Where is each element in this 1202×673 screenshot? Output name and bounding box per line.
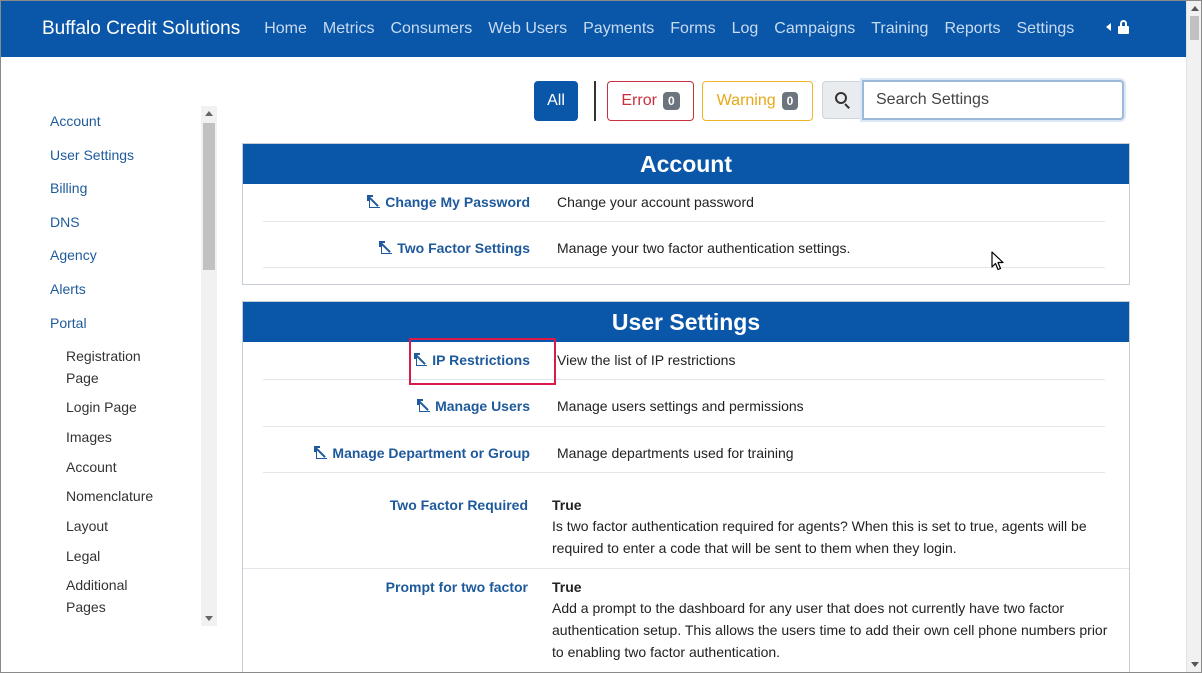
- nav-forms[interactable]: Forms: [662, 20, 723, 38]
- sidebar-subitem-additional-pages[interactable]: Additional Pages: [66, 574, 146, 618]
- settings-row: Two Factor Settings Manage your two fact…: [263, 240, 1105, 268]
- sidebar-subitem-images[interactable]: Images: [66, 426, 176, 448]
- sidebar-subitem-layout[interactable]: Layout: [66, 515, 176, 537]
- top-navbar: Buffalo Credit Solutions Home Metrics Co…: [0, 0, 1186, 57]
- ip-restrictions-label: IP Restrictions: [432, 352, 530, 368]
- scroll-thumb[interactable]: [1190, 16, 1199, 40]
- sidebar-subitem-registration-page[interactable]: Registration Page: [66, 345, 176, 389]
- user-settings-panel-title: User Settings: [243, 302, 1129, 342]
- manage-users-label: Manage Users: [435, 398, 530, 414]
- nav-metrics[interactable]: Metrics: [315, 20, 383, 38]
- sidebar-scroll-down-icon[interactable]: [205, 616, 213, 621]
- sidebar-subitem-nomenclature[interactable]: Nomenclature: [66, 485, 176, 507]
- filter-warning-label: Warning: [716, 92, 776, 109]
- error-count-badge: 0: [662, 92, 680, 110]
- sidebar-item-account[interactable]: Account: [50, 113, 101, 129]
- external-link-icon: [414, 353, 428, 367]
- nav-reports[interactable]: Reports: [936, 20, 1008, 38]
- lock-icon: [1118, 20, 1129, 34]
- search-icon: [835, 92, 851, 109]
- mouse-cursor-icon: [991, 251, 1004, 271]
- change-password-link[interactable]: Change My Password: [367, 194, 530, 210]
- external-link-icon: [379, 241, 393, 255]
- sidebar-scrollbar[interactable]: [201, 106, 217, 626]
- change-password-label: Change My Password: [385, 194, 530, 210]
- two-factor-required-value: True: [552, 497, 582, 513]
- filter-all-button[interactable]: All: [534, 81, 578, 121]
- nav-training[interactable]: Training: [863, 20, 936, 38]
- sidebar-subitem-legal[interactable]: Legal: [66, 545, 176, 567]
- prompt-two-factor-name[interactable]: Prompt for two factor: [386, 579, 528, 595]
- nav-consumers[interactable]: Consumers: [382, 20, 480, 38]
- nav-web-users[interactable]: Web Users: [480, 20, 575, 38]
- brand-title[interactable]: Buffalo Credit Solutions: [42, 18, 240, 40]
- scroll-up-icon[interactable]: [1191, 6, 1199, 11]
- sidebar-scroll-thumb[interactable]: [203, 123, 215, 270]
- nav-settings[interactable]: Settings: [1008, 20, 1082, 38]
- settings-row: IP Restrictions View the list of IP rest…: [263, 352, 1105, 380]
- nav-home[interactable]: Home: [256, 20, 315, 38]
- prompt-two-factor-desc: Add a prompt to the dashboard for any us…: [552, 600, 1108, 660]
- two-factor-required-desc: Is two factor authentication required fo…: [552, 518, 1087, 556]
- two-factor-required-name[interactable]: Two Factor Required: [390, 497, 528, 513]
- warning-count-badge: 0: [781, 92, 799, 110]
- two-factor-settings-link[interactable]: Two Factor Settings: [379, 240, 530, 256]
- user-settings-panel: User Settings IP Restrictions View the l…: [242, 301, 1130, 673]
- external-link-icon: [314, 446, 328, 460]
- account-panel-title: Account: [243, 144, 1129, 184]
- sidebar-item-agency[interactable]: Agency: [50, 247, 97, 263]
- filter-error-button[interactable]: Error 0: [607, 81, 694, 121]
- caret-left-icon: [1106, 23, 1111, 31]
- change-password-desc: Change your account password: [557, 194, 754, 210]
- sidebar-item-billing[interactable]: Billing: [50, 180, 87, 196]
- settings-row: Manage Department or Group Manage depart…: [263, 445, 1105, 473]
- scroll-down-icon[interactable]: [1191, 662, 1199, 667]
- ip-restrictions-link[interactable]: IP Restrictions: [414, 352, 530, 368]
- sidebar-subitem-account[interactable]: Account: [66, 456, 176, 478]
- external-link-icon: [367, 195, 381, 209]
- page-scrollbar[interactable]: [1186, 0, 1202, 673]
- nav-payments[interactable]: Payments: [575, 20, 662, 38]
- manage-department-desc: Manage departments used for training: [557, 445, 794, 461]
- sidebar-item-dns[interactable]: DNS: [50, 214, 80, 230]
- prompt-two-factor-value: True: [552, 579, 582, 595]
- settings-row: Change My Password Change your account p…: [263, 194, 1105, 222]
- setting-item: Two Factor Required True Is two factor a…: [243, 487, 1129, 569]
- two-factor-settings-label: Two Factor Settings: [397, 240, 530, 256]
- search-button[interactable]: [822, 81, 864, 119]
- manage-users-link[interactable]: Manage Users: [417, 398, 530, 414]
- filter-divider: [594, 81, 596, 121]
- ip-restrictions-desc: View the list of IP restrictions: [557, 352, 736, 368]
- settings-sidebar: Account User Settings Billing DNS Agency…: [40, 106, 218, 626]
- sidebar-item-portal[interactable]: Portal: [50, 315, 87, 331]
- nav-menu: Home Metrics Consumers Web Users Payment…: [256, 20, 1082, 38]
- sidebar-subitem-login-page[interactable]: Login Page: [66, 396, 176, 418]
- nav-campaigns[interactable]: Campaigns: [766, 20, 863, 38]
- sidebar-item-alerts[interactable]: Alerts: [50, 281, 86, 297]
- filter-error-label: Error: [621, 92, 657, 109]
- manage-department-label: Manage Department or Group: [332, 445, 530, 461]
- filter-warning-button[interactable]: Warning 0: [702, 81, 813, 121]
- manage-users-desc: Manage users settings and permissions: [557, 398, 804, 414]
- setting-item: Prompt for two factor True Add a prompt …: [243, 569, 1129, 673]
- sidebar-item-user-settings[interactable]: User Settings: [50, 147, 134, 163]
- search-settings-input[interactable]: [862, 80, 1124, 120]
- external-link-icon: [417, 399, 431, 413]
- nav-log[interactable]: Log: [724, 20, 767, 38]
- manage-department-link[interactable]: Manage Department or Group: [314, 445, 530, 461]
- sidebar-scroll-up-icon[interactable]: [205, 111, 213, 116]
- settings-row: Manage Users Manage users settings and p…: [263, 398, 1105, 427]
- user-menu-toggle[interactable]: [1106, 20, 1129, 34]
- two-factor-settings-desc: Manage your two factor authentication se…: [557, 240, 851, 256]
